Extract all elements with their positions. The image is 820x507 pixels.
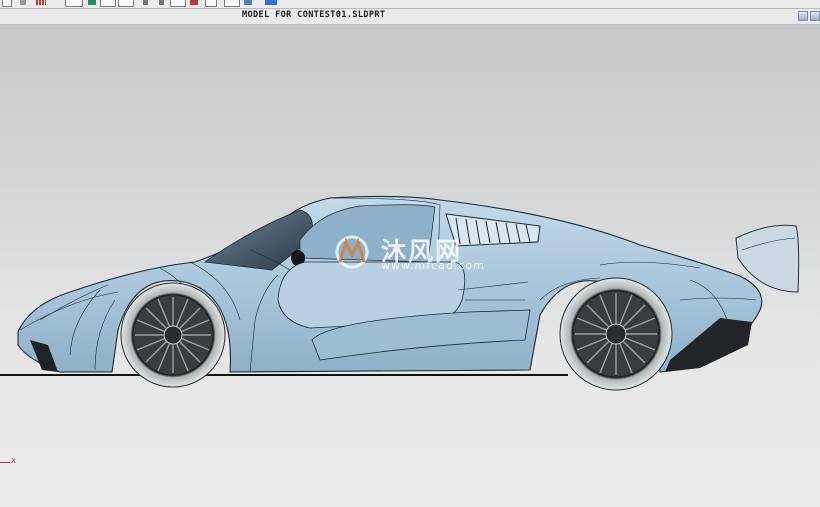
rear-wheel (559, 277, 673, 391)
watermark-url: www.mfcad.com (381, 259, 485, 272)
x-axis-label: X (11, 457, 16, 465)
front-wheel (120, 282, 226, 388)
x-axis-indicator (0, 462, 10, 463)
